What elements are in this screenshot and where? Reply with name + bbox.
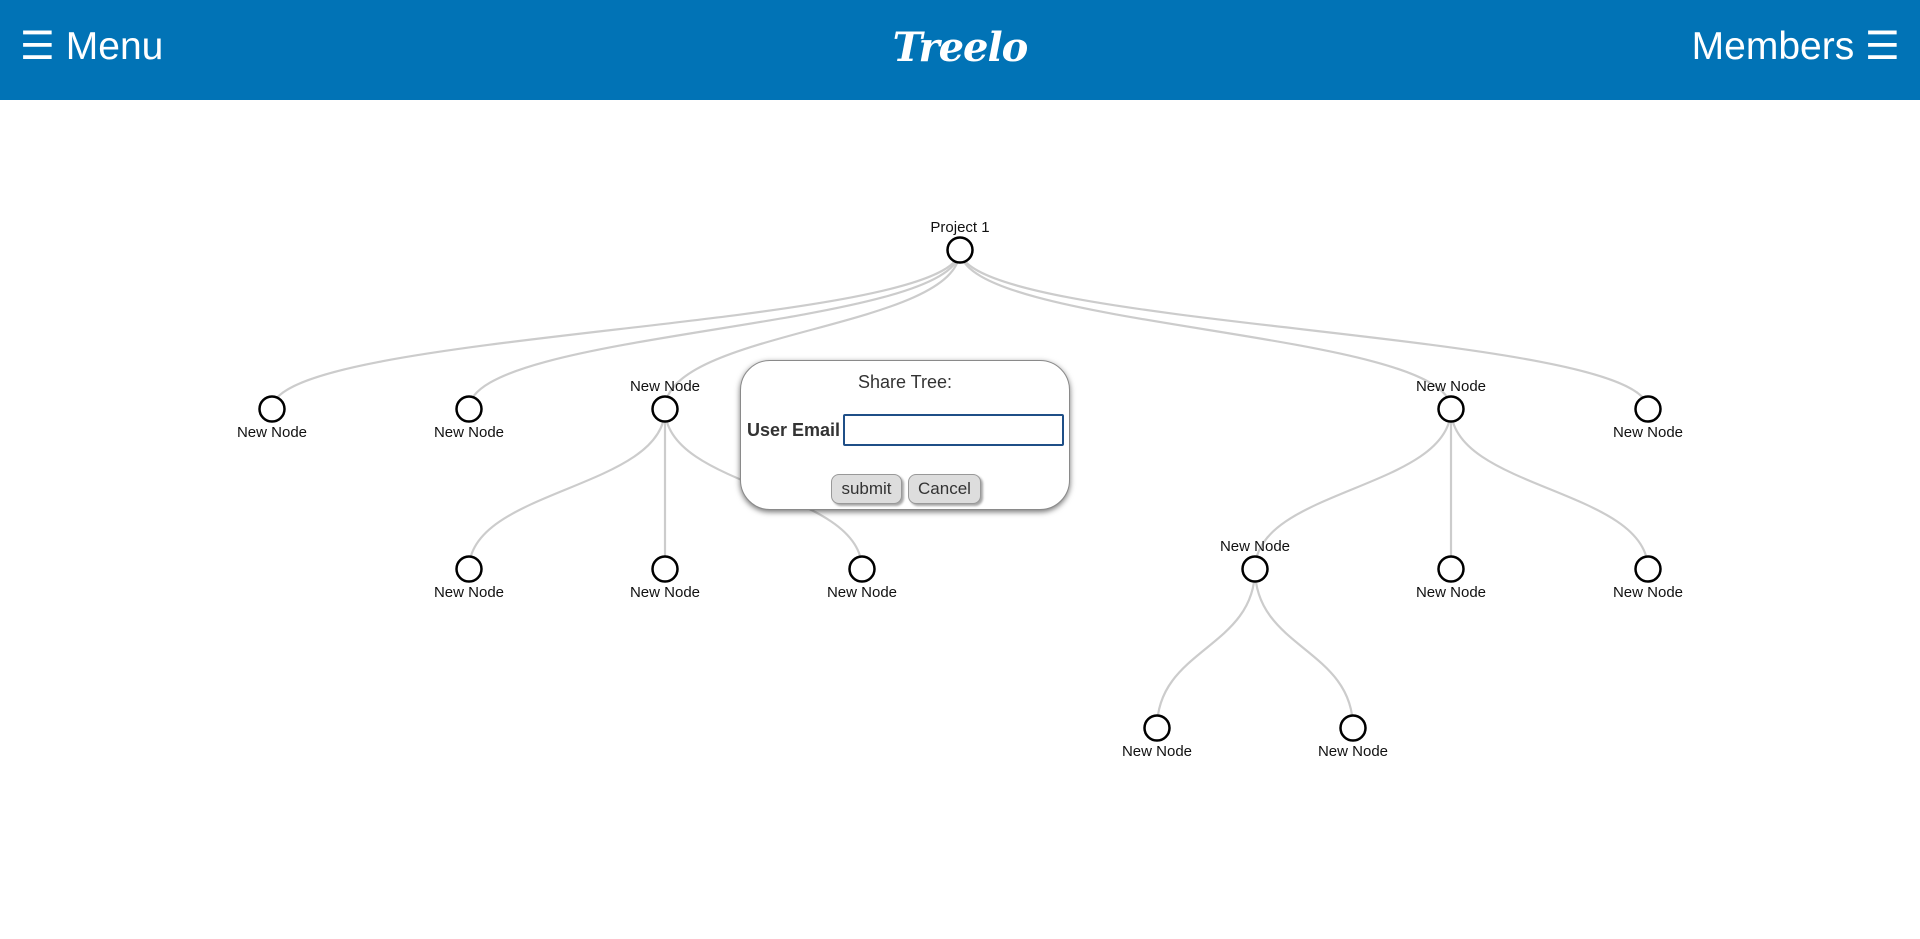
tree-node-circle[interactable] <box>1437 395 1465 423</box>
tree-node-circle[interactable] <box>1634 395 1662 423</box>
tree-node-label: Project 1 <box>930 219 989 236</box>
user-email-label: User Email <box>747 420 841 440</box>
brand-logo: Treelo <box>892 24 1029 71</box>
tree-node-label: New Node <box>1318 743 1388 760</box>
tree-node-circle[interactable] <box>1241 555 1269 583</box>
tree-node-label: New Node <box>1416 378 1486 395</box>
tree-node-label: New Node <box>434 584 504 601</box>
tree-node[interactable]: New Node <box>827 555 897 602</box>
tree-node-circle[interactable] <box>1634 555 1662 583</box>
tree-node-circle[interactable] <box>1143 714 1171 742</box>
cancel-button[interactable]: Cancel <box>908 474 981 504</box>
tree-node-circle[interactable] <box>1437 555 1465 583</box>
tree-node[interactable]: New Node <box>1416 555 1486 602</box>
tree-node[interactable]: New Node <box>1122 714 1192 761</box>
tree-node-label: New Node <box>237 424 307 441</box>
share-tree-dialog: Share Tree: User Email submit Cancel <box>740 360 1070 510</box>
submit-button[interactable]: submit <box>831 474 902 504</box>
tree-node-circle[interactable] <box>651 555 679 583</box>
tree-link <box>1155 568 1257 729</box>
tree-node-circle[interactable] <box>1339 714 1367 742</box>
tree-node[interactable]: New Node <box>237 395 307 442</box>
tree-node[interactable]: New Node <box>434 395 504 442</box>
tree-node-circle[interactable] <box>651 395 679 423</box>
tree-node[interactable]: New Node <box>1416 378 1486 423</box>
top-bar: ☰ Menu Treelo Members ☰ <box>0 0 1920 100</box>
tree-node-label: New Node <box>630 378 700 395</box>
tree-node-label: New Node <box>1613 584 1683 601</box>
tree-node-label: New Node <box>434 424 504 441</box>
tree-node[interactable]: New Node <box>630 378 700 423</box>
tree-node-label: New Node <box>630 584 700 601</box>
tree-node-label: New Node <box>1416 584 1486 601</box>
tree-node[interactable]: New Node <box>630 555 700 602</box>
tree-node-circle[interactable] <box>455 555 483 583</box>
tree-node-circle[interactable] <box>848 555 876 583</box>
tree-link <box>1253 568 1355 729</box>
tree-node-label: New Node <box>1122 743 1192 760</box>
tree-node-circle[interactable] <box>946 236 974 264</box>
tree-node-label: New Node <box>827 584 897 601</box>
tree-node[interactable]: New Node <box>1613 555 1683 602</box>
tree-canvas: Project 1 New Node New Node New Node New Nod… <box>237 219 1683 761</box>
tree-node[interactable]: New Node <box>1318 714 1388 761</box>
share-dialog-title: Share Tree: <box>857 372 953 392</box>
tree-node-label: New Node <box>1220 538 1290 555</box>
tree-node[interactable]: New Node <box>1613 395 1683 442</box>
tree-node-circle[interactable] <box>455 395 483 423</box>
tree-node-circle[interactable] <box>258 395 286 423</box>
members-button[interactable]: Members ☰ <box>1692 24 1900 70</box>
user-email-input[interactable] <box>843 414 1064 446</box>
tree-node-label: New Node <box>1613 424 1683 441</box>
tree-node[interactable]: Project 1 <box>930 219 990 264</box>
tree-node[interactable]: New Node <box>1220 538 1290 583</box>
tree-node[interactable]: New Node <box>434 555 504 602</box>
